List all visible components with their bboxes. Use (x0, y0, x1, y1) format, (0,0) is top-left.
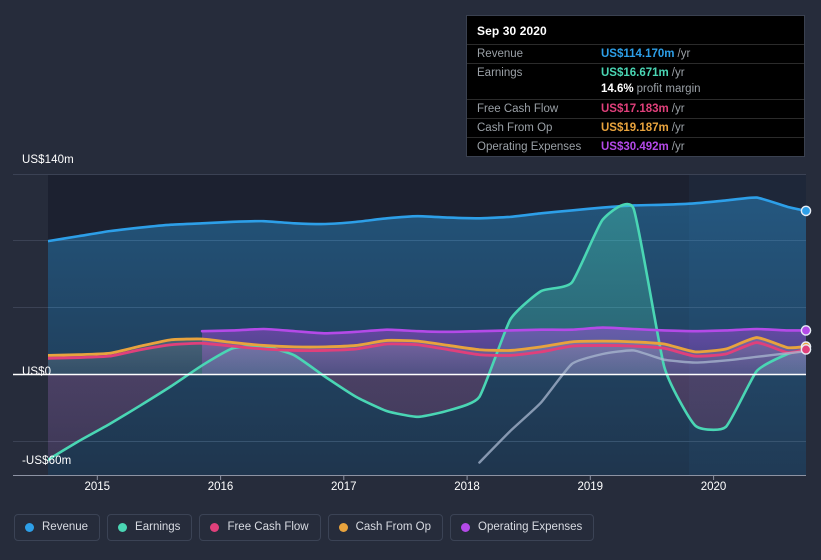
tooltip-date: Sep 30 2020 (477, 24, 547, 38)
legend-color-dot-icon (210, 523, 220, 532)
tooltip-row: Revenue US$114.170m/yr (467, 44, 804, 63)
tooltip-row-value: US$114.170m (601, 48, 675, 60)
tooltip-row-label: Revenue (477, 48, 524, 60)
tooltip-profit-margin-row: .14.6%profit margin (467, 82, 804, 99)
tooltip-row: Earnings US$16.671m/yr (467, 63, 804, 82)
tooltip-row-value: US$17.183m (601, 103, 669, 115)
tooltip-row-value-wrap: US$114.170m/yr (601, 48, 690, 60)
tooltip-row-value-wrap: US$19.187m/yr (601, 122, 685, 134)
tooltip-row-value: US$16.671m (601, 67, 669, 79)
tooltip-row-label: Cash From Op (477, 122, 553, 134)
tooltip-row: Free Cash Flow US$17.183m/yr (467, 99, 804, 118)
tooltip-row: Cash From Op US$19.187m/yr (467, 118, 804, 137)
legend-color-dot-icon (338, 523, 348, 532)
tooltip-row-unit: /yr (671, 122, 685, 134)
legend-item-label: Earnings (135, 520, 181, 533)
legend-item-earnings[interactable]: Earnings (107, 514, 193, 541)
legend-item-revenue[interactable]: Revenue (14, 514, 101, 541)
endpoint-marker (800, 344, 812, 355)
x-axis-label: 2016 (207, 481, 234, 493)
profit-margin-value: 14.6% (601, 82, 634, 95)
tooltip-row-unit: /yr (671, 141, 685, 153)
x-axis-label: 2015 (84, 481, 111, 493)
tooltip-row-value-wrap: US$30.492m/yr (601, 141, 685, 153)
tooltip-profit-margin-value-wrap: 14.6% profit margin (601, 83, 701, 95)
series-layer (48, 196, 806, 475)
data-tooltip: Sep 30 2020 Revenue US$114.170m/yr Earning… (466, 15, 805, 157)
legend-color-dot-icon (25, 523, 34, 532)
legend-item-label: Revenue (42, 520, 89, 533)
x-axis-label: 2018 (454, 481, 480, 493)
legend-item-free-cash-flow[interactable]: Free Cash Flow (199, 514, 321, 541)
x-axis-label: 2019 (577, 481, 604, 493)
chart-legend: Revenue Earnings Free Cash Flow Cash From O… (14, 514, 595, 541)
tooltip-row-label: Free Cash Flow (477, 103, 559, 115)
tooltip-row-unit: /yr (677, 48, 691, 60)
tooltip-row-value: US$19.187m (601, 122, 669, 134)
legend-item-label: Operating Expenses (478, 520, 583, 533)
profit-margin-label: profit margin (636, 82, 701, 95)
tooltip-row-unit: /yr (671, 67, 685, 79)
endpoint-marker (800, 205, 812, 217)
legend-color-dot-icon (461, 523, 471, 532)
x-axis-label: 2017 (331, 481, 357, 493)
x-axis-label: 2020 (700, 481, 727, 493)
tooltip-row-unit: /yr (671, 103, 685, 115)
tooltip-rows: Revenue US$114.170m/yr Earnings US$16.671m /… (467, 44, 804, 156)
tooltip-row: Operating Expenses US$30.492m/yr (467, 137, 804, 156)
legend-color-dot-icon (118, 523, 128, 532)
legend-item-label: Free Cash Flow (227, 520, 309, 533)
tooltip-row-value-wrap: US$16.671m/yr (601, 67, 685, 79)
legend-item-cash-from-op[interactable]: Cash From Op (327, 514, 444, 541)
tooltip-row-value-wrap: US$17.183m/yr (601, 103, 685, 115)
tooltip-row-label: Earnings (477, 67, 523, 79)
financials-chart-page: US$140m US$0 -US$60m 2015 2016 2017 2018 201… (0, 0, 821, 560)
tooltip-row-value: US$30.492m (601, 141, 669, 153)
tooltip-row-label: Operating Expenses (477, 141, 582, 153)
legend-item-operating-expenses[interactable]: Operating Expenses (450, 514, 595, 541)
endpoint-marker (800, 325, 812, 336)
legend-item-label: Cash From Op (355, 520, 432, 533)
